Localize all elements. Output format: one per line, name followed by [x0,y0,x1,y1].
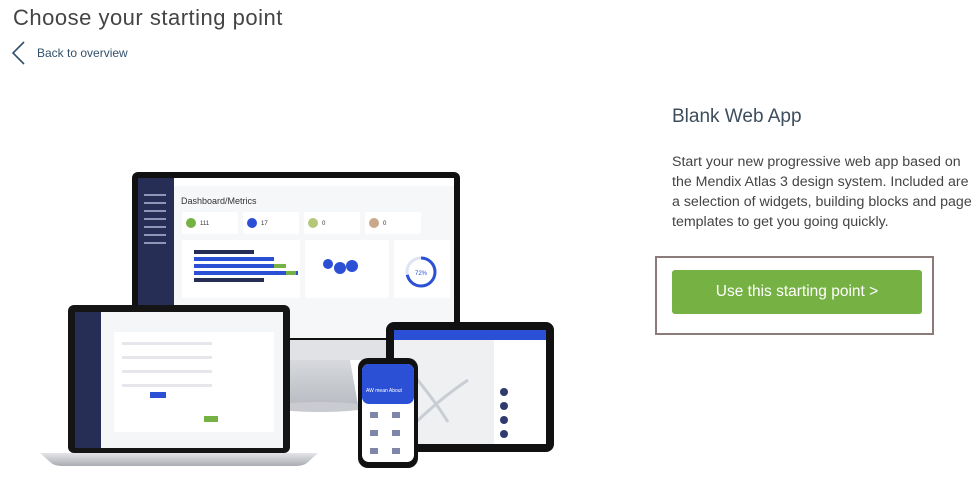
back-link-label: Back to overview [37,46,128,60]
gauge-value: 72% [415,271,428,277]
page-title: Choose your starting point [13,5,283,30]
phone-heading: AW mean About [366,388,403,394]
phone: AW mean About [358,358,418,468]
stat-value: 111 [200,221,210,227]
back-link[interactable]: Back to overview [10,40,128,66]
use-starting-point-button[interactable]: Use this starting point > [672,270,922,314]
laptop [40,305,318,466]
devices-preview-image: Dashboard/Metrics 111 17 0 0 72% AW mean… [40,172,554,468]
dashboard-title: Dashboard/Metrics [181,196,257,206]
app-title: Blank Web App [672,106,802,127]
stat-value: 17 [261,221,268,227]
app-description: Start your new progressive web app based… [672,154,972,230]
chevron-left-icon [11,41,25,65]
